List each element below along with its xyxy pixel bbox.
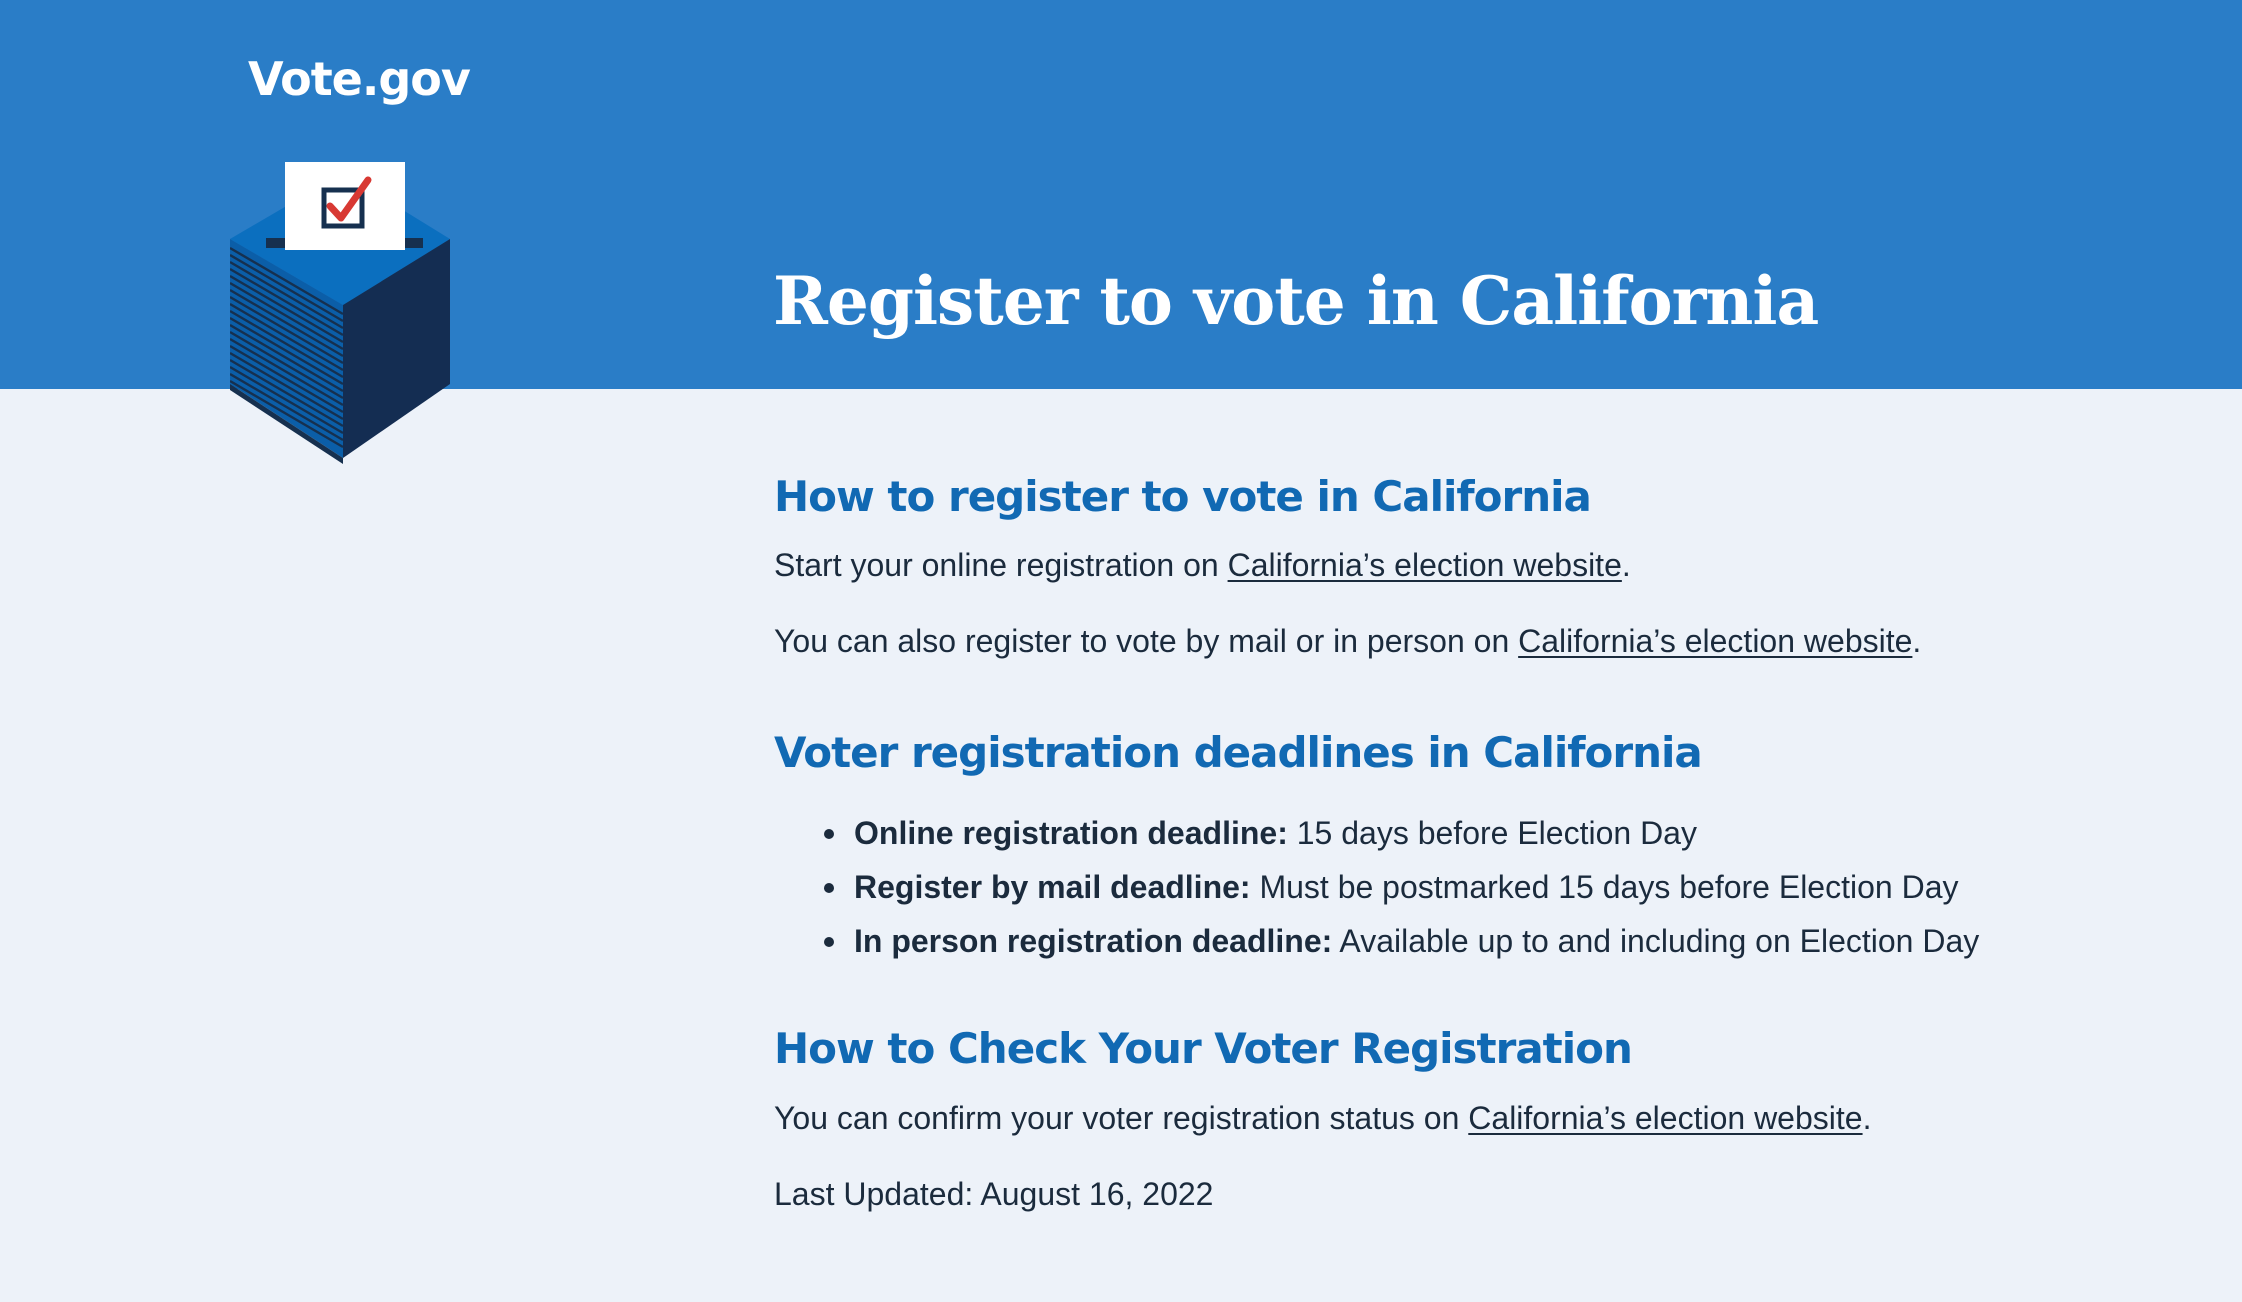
bullet-icon: [824, 883, 834, 893]
list-item: Online registration deadline: 15 days be…: [774, 806, 1979, 860]
ballot-box-icon: [230, 162, 450, 464]
register-online-suffix: .: [1621, 547, 1631, 583]
heading-how-to-register: How to register to vote in California: [774, 472, 1592, 521]
list-item: Register by mail deadline: Must be postm…: [774, 860, 1979, 914]
page: Vote.gov Register to vote in California: [0, 0, 2242, 1302]
page-title: Register to vote in California: [773, 262, 1819, 340]
deadline-label: Online registration deadline:: [854, 815, 1288, 851]
heading-deadlines: Voter registration deadlines in Californ…: [774, 728, 1703, 777]
register-mail-paragraph: You can also register to vote by mail or…: [774, 623, 1921, 660]
deadline-value: Available up to and including on Electio…: [1332, 923, 1980, 959]
register-mail-text: You can also register to vote by mail or…: [774, 623, 1519, 659]
election-website-link-2[interactable]: California’s election website: [1518, 623, 1912, 659]
heading-check-registration: How to Check Your Voter Registration: [774, 1024, 1633, 1073]
deadline-label: In person registration deadline:: [854, 923, 1333, 959]
deadline-label: Register by mail deadline:: [854, 869, 1251, 905]
bullet-icon: [824, 937, 834, 947]
deadline-list: Online registration deadline: 15 days be…: [774, 806, 1979, 968]
election-website-link-1[interactable]: California’s election website: [1228, 547, 1622, 583]
check-registration-text: You can confirm your voter registration …: [774, 1100, 1469, 1136]
check-registration-paragraph: You can confirm your voter registration …: [774, 1100, 1871, 1137]
site-logo-link[interactable]: Vote.gov: [248, 52, 471, 106]
register-online-text: Start your online registration on: [774, 547, 1228, 583]
last-updated: Last Updated: August 16, 2022: [774, 1176, 1214, 1212]
election-website-link-3[interactable]: California’s election website: [1468, 1100, 1862, 1136]
ballot-paper: [285, 162, 405, 250]
bullet-icon: [824, 829, 834, 839]
register-mail-suffix: .: [1912, 623, 1922, 659]
check-registration-suffix: .: [1862, 1100, 1872, 1136]
deadline-value: Must be postmarked 15 days before Electi…: [1250, 869, 1959, 905]
deadline-value: 15 days before Election Day: [1287, 815, 1697, 851]
list-item: In person registration deadline: Availab…: [774, 914, 1979, 968]
register-online-paragraph: Start your online registration on Califo…: [774, 547, 1631, 584]
